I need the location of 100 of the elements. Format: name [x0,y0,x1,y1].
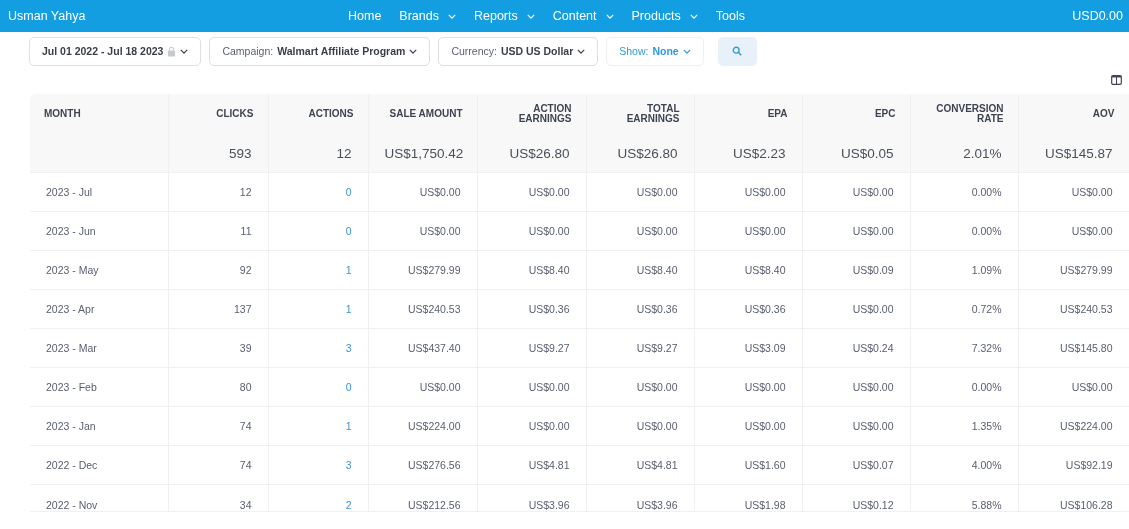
table-cell: US$0.36 [694,289,802,329]
table-cell: US$4.81 [586,445,694,485]
table-cell: US$9.27 [586,328,694,368]
total-cell: US$2.23 [694,134,802,173]
caret-icon [526,13,535,19]
table-cell: US$0.00 [586,211,694,251]
total-cell: 12 [268,134,368,173]
total-cell: US$26.80 [477,134,586,173]
table-cell: US$437.40 [368,328,477,368]
table-cell: 1.09% [910,250,1018,290]
column-header[interactable]: MONTH [30,94,168,134]
table-cell: US$224.00 [368,406,477,446]
table-cell: 0.00% [910,367,1018,407]
table-cell: US$0.00 [694,406,802,446]
column-header[interactable]: TOTAL EARNINGS [586,94,694,134]
search-icon [732,46,743,56]
table-cell: US$279.99 [1018,250,1129,290]
table-cell: 92 [168,250,268,290]
table-cell: 39 [168,328,268,368]
table-cell: 2023 - Jun [30,211,168,251]
table-cell: US$276.56 [368,445,477,485]
caret-icon [577,48,586,54]
table-cell: 2022 - Nov [30,484,168,512]
table-cell: US$145.80 [1018,328,1129,368]
table-cell: 74 [168,406,268,446]
table-cell: 7.32% [910,328,1018,368]
table-cell: US$279.99 [368,250,477,290]
actions-link[interactable]: 3 [345,342,352,354]
table-cell: 2023 - Feb [30,367,168,407]
column-header[interactable]: ACTIONS [268,94,368,134]
table-cell: 0.72% [910,289,1018,329]
table-cell: US$1.60 [694,445,802,485]
table-cell: US$0.00 [477,172,586,212]
column-header[interactable]: SALE AMOUNT [368,94,477,134]
user-name[interactable]: Usman Yahya [8,9,348,23]
caret-icon [689,13,698,19]
table-cell: US$0.00 [368,367,477,407]
lock-icon [167,45,177,57]
caret-icon [682,48,691,54]
actions-link[interactable]: 0 [345,381,352,393]
actions-link[interactable]: 0 [345,186,352,198]
show-dropdown[interactable]: Show: None [606,36,704,66]
table-cell: 12 [168,172,268,212]
total-cell: 2.01% [910,134,1018,173]
table-cell: US$0.00 [802,367,910,407]
caret-icon [605,13,614,19]
actions-link[interactable]: 1 [345,420,352,432]
nav-menu-item[interactable]: Content [552,5,614,27]
filter-dropdown[interactable]: Currency: USD US Dollar [438,36,599,66]
total-cell: US$0.05 [802,134,910,173]
column-header[interactable]: EPA [694,94,802,134]
table-cell: 4.00% [910,445,1018,485]
table-cell: US$0.00 [694,367,802,407]
table-cell: US$0.00 [477,211,586,251]
actions-link[interactable]: 3 [345,459,352,471]
column-header[interactable]: ACTION EARNINGS [477,94,586,134]
table-cell: US$0.00 [1018,211,1129,251]
table-cell: 0.00% [910,211,1018,251]
table-cell: 5.88% [910,484,1018,512]
total-cell: US$145.87 [1018,134,1129,173]
table-cell: US$0.00 [586,406,694,446]
table-cell: 2022 - Dec [30,445,168,485]
date-range-dropdown[interactable]: Jul 01 2022 - Jul 18 2023 [29,36,202,66]
table-cell: US$224.00 [1018,406,1129,446]
nav-menu-item[interactable]: Home [348,5,382,27]
nav-menu-item[interactable]: Brands [399,5,456,27]
table-cell: US$240.53 [1018,289,1129,329]
table-cell: US$0.00 [368,211,477,251]
table-cell: US$3.96 [586,484,694,512]
table-cell: 34 [168,484,268,512]
table-cell: US$0.07 [802,445,910,485]
caret-icon [180,48,189,54]
account-balance: USD0.00 [1072,9,1123,23]
table-cell: US$4.81 [477,445,586,485]
total-cell: US$1,750.42 [368,134,477,173]
table-cell: 2023 - Mar [30,328,168,368]
table-cell: US$0.36 [477,289,586,329]
actions-link[interactable]: 0 [345,225,352,237]
table-cell: 80 [168,367,268,407]
actions-link[interactable]: 1 [345,303,352,315]
nav-menu-item[interactable]: Tools [715,5,746,27]
column-header[interactable]: EPC [802,94,910,134]
actions-link[interactable]: 2 [345,499,352,511]
table-cell: 1.35% [910,406,1018,446]
column-header[interactable]: AOV [1018,94,1129,134]
nav-menu-item[interactable]: Products [631,5,698,27]
table-cell: US$0.00 [477,406,586,446]
table-cell: US$0.00 [802,172,910,212]
table-cell: US$8.40 [586,250,694,290]
filter-dropdown[interactable]: Campaign: Walmart Affiliate Program [209,36,431,66]
actions-link[interactable]: 1 [345,264,352,276]
table-cell: US$9.27 [477,328,586,368]
table-cell: US$1.98 [694,484,802,512]
nav-menu-item[interactable]: Reports [473,5,535,27]
table-cell: US$0.00 [802,406,910,446]
table-cell: 2023 - Apr [30,289,168,329]
column-header[interactable]: CONVERSION RATE [910,94,1018,134]
column-header[interactable]: CLICKS [168,94,268,134]
table-cell: 137 [168,289,268,329]
columns-icon[interactable] [1111,75,1122,85]
